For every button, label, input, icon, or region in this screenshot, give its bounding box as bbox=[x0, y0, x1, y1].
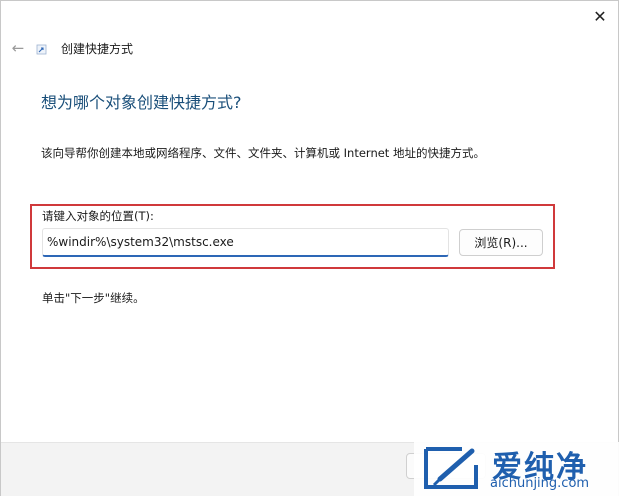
location-input[interactable] bbox=[42, 228, 449, 257]
shortcut-icon bbox=[36, 44, 47, 55]
close-icon: ✕ bbox=[593, 6, 607, 26]
back-button[interactable]: ← bbox=[8, 38, 28, 58]
close-button[interactable]: ✕ bbox=[582, 2, 618, 30]
continue-instruction: 单击"下一步"继续。 bbox=[42, 291, 145, 305]
back-arrow-icon: ← bbox=[11, 39, 25, 57]
location-field-label: 请键入对象的位置(T): bbox=[42, 209, 154, 223]
watermark-url: aichunjing.com bbox=[490, 476, 590, 491]
browse-button[interactable]: 浏览(R)... bbox=[459, 229, 543, 256]
watermark-logo-icon bbox=[424, 447, 478, 489]
window-title: 创建快捷方式 bbox=[61, 42, 134, 56]
watermark: 爱纯净 aichunjing.com bbox=[414, 442, 619, 496]
page-heading: 想为哪个对象创建快捷方式? bbox=[41, 93, 242, 112]
wizard-description: 该向导帮你创建本地或网络程序、文件、文件夹、计算机或 Internet 地址的快… bbox=[41, 146, 485, 160]
